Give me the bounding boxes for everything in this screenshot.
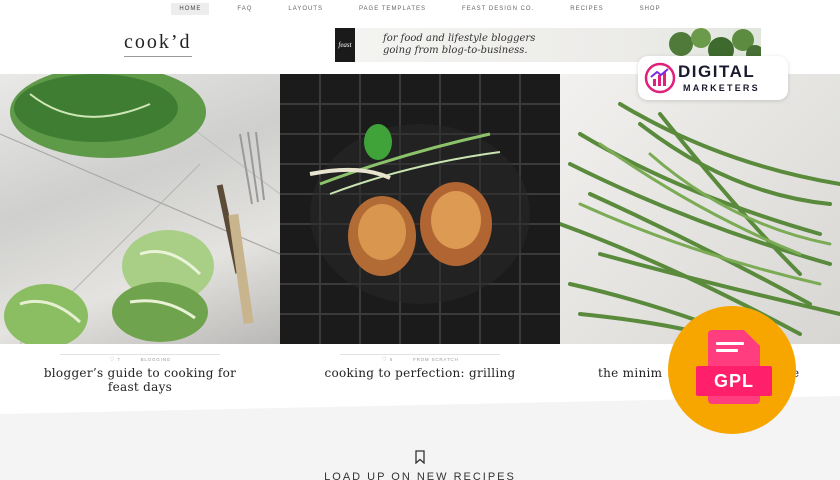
banner-tagline: for food and lifestyle bloggers going fr… <box>383 33 535 57</box>
post-title-line1: blogger’s guide to cooking for <box>43 366 237 380</box>
nav-layouts[interactable]: LAYOUTS <box>280 3 331 15</box>
document-lines <box>716 342 744 356</box>
gpl-label: GPL <box>696 366 772 396</box>
nav-page-templates[interactable]: PAGE TEMPLATES <box>351 3 434 15</box>
chart-logo-icon <box>644 62 676 94</box>
banner-tagline-line2: going from blog-to-business. <box>383 45 528 56</box>
gpl-badge: GPL <box>668 306 796 434</box>
top-navigation: HOME FAQ LAYOUTS PAGE TEMPLATES FEAST DE… <box>0 0 840 18</box>
post-category[interactable]: FROM SCRATCH <box>413 357 459 362</box>
green-beans-photo <box>560 102 840 344</box>
post-category[interactable]: BLOGGING <box>141 357 171 362</box>
post-title-line1: the minim <box>598 366 663 380</box>
post-title[interactable]: the minim <box>598 366 678 380</box>
post-title-line1: cooking to perfection: grilling <box>324 366 516 380</box>
brand-name-line1: DIGITAL <box>678 62 756 81</box>
nav-recipes[interactable]: RECIPES <box>562 3 611 15</box>
post-image-cabbage[interactable] <box>0 74 280 344</box>
banner-tagline-line1: for food and lifestyle bloggers <box>383 33 536 44</box>
post-title[interactable]: blogger’s guide to cooking for feast day… <box>20 366 260 394</box>
nav-feast-design-co[interactable]: FEAST DESIGN CO. <box>454 3 542 15</box>
post-title[interactable]: cooking to perfection: grilling <box>290 366 550 380</box>
cabbage-photo <box>0 74 280 344</box>
banner-brand-badge: feast <box>335 28 355 62</box>
site-logo[interactable]: cook’d <box>124 31 192 57</box>
grill-photo <box>280 74 560 344</box>
load-more-recipes-link[interactable]: LOAD UP ON NEW RECIPES <box>260 471 580 480</box>
brand-name-line2: MARKETERS <box>683 83 760 93</box>
heart-icon: ♡ <box>381 357 388 363</box>
nav-shop[interactable]: SHOP <box>632 3 669 15</box>
post-image-grilling[interactable] <box>280 74 560 344</box>
nav-faq[interactable]: FAQ <box>229 3 260 15</box>
likes-count[interactable]: ♡ 6 <box>381 356 393 363</box>
post-image-green-beans[interactable] <box>560 74 840 344</box>
digital-marketers-watermark: DIGITAL MARKETERS <box>638 56 788 100</box>
post-meta: ♡ 7 BLOGGING <box>60 354 220 363</box>
nav-home[interactable]: HOME <box>171 3 210 15</box>
post-title-line2: feast days <box>107 380 173 394</box>
likes-count[interactable]: ♡ 7 <box>109 356 121 363</box>
bookmark-icon[interactable] <box>413 450 427 464</box>
heart-icon: ♡ <box>109 357 116 363</box>
post-meta: ♡ 6 FROM SCRATCH <box>340 354 500 363</box>
